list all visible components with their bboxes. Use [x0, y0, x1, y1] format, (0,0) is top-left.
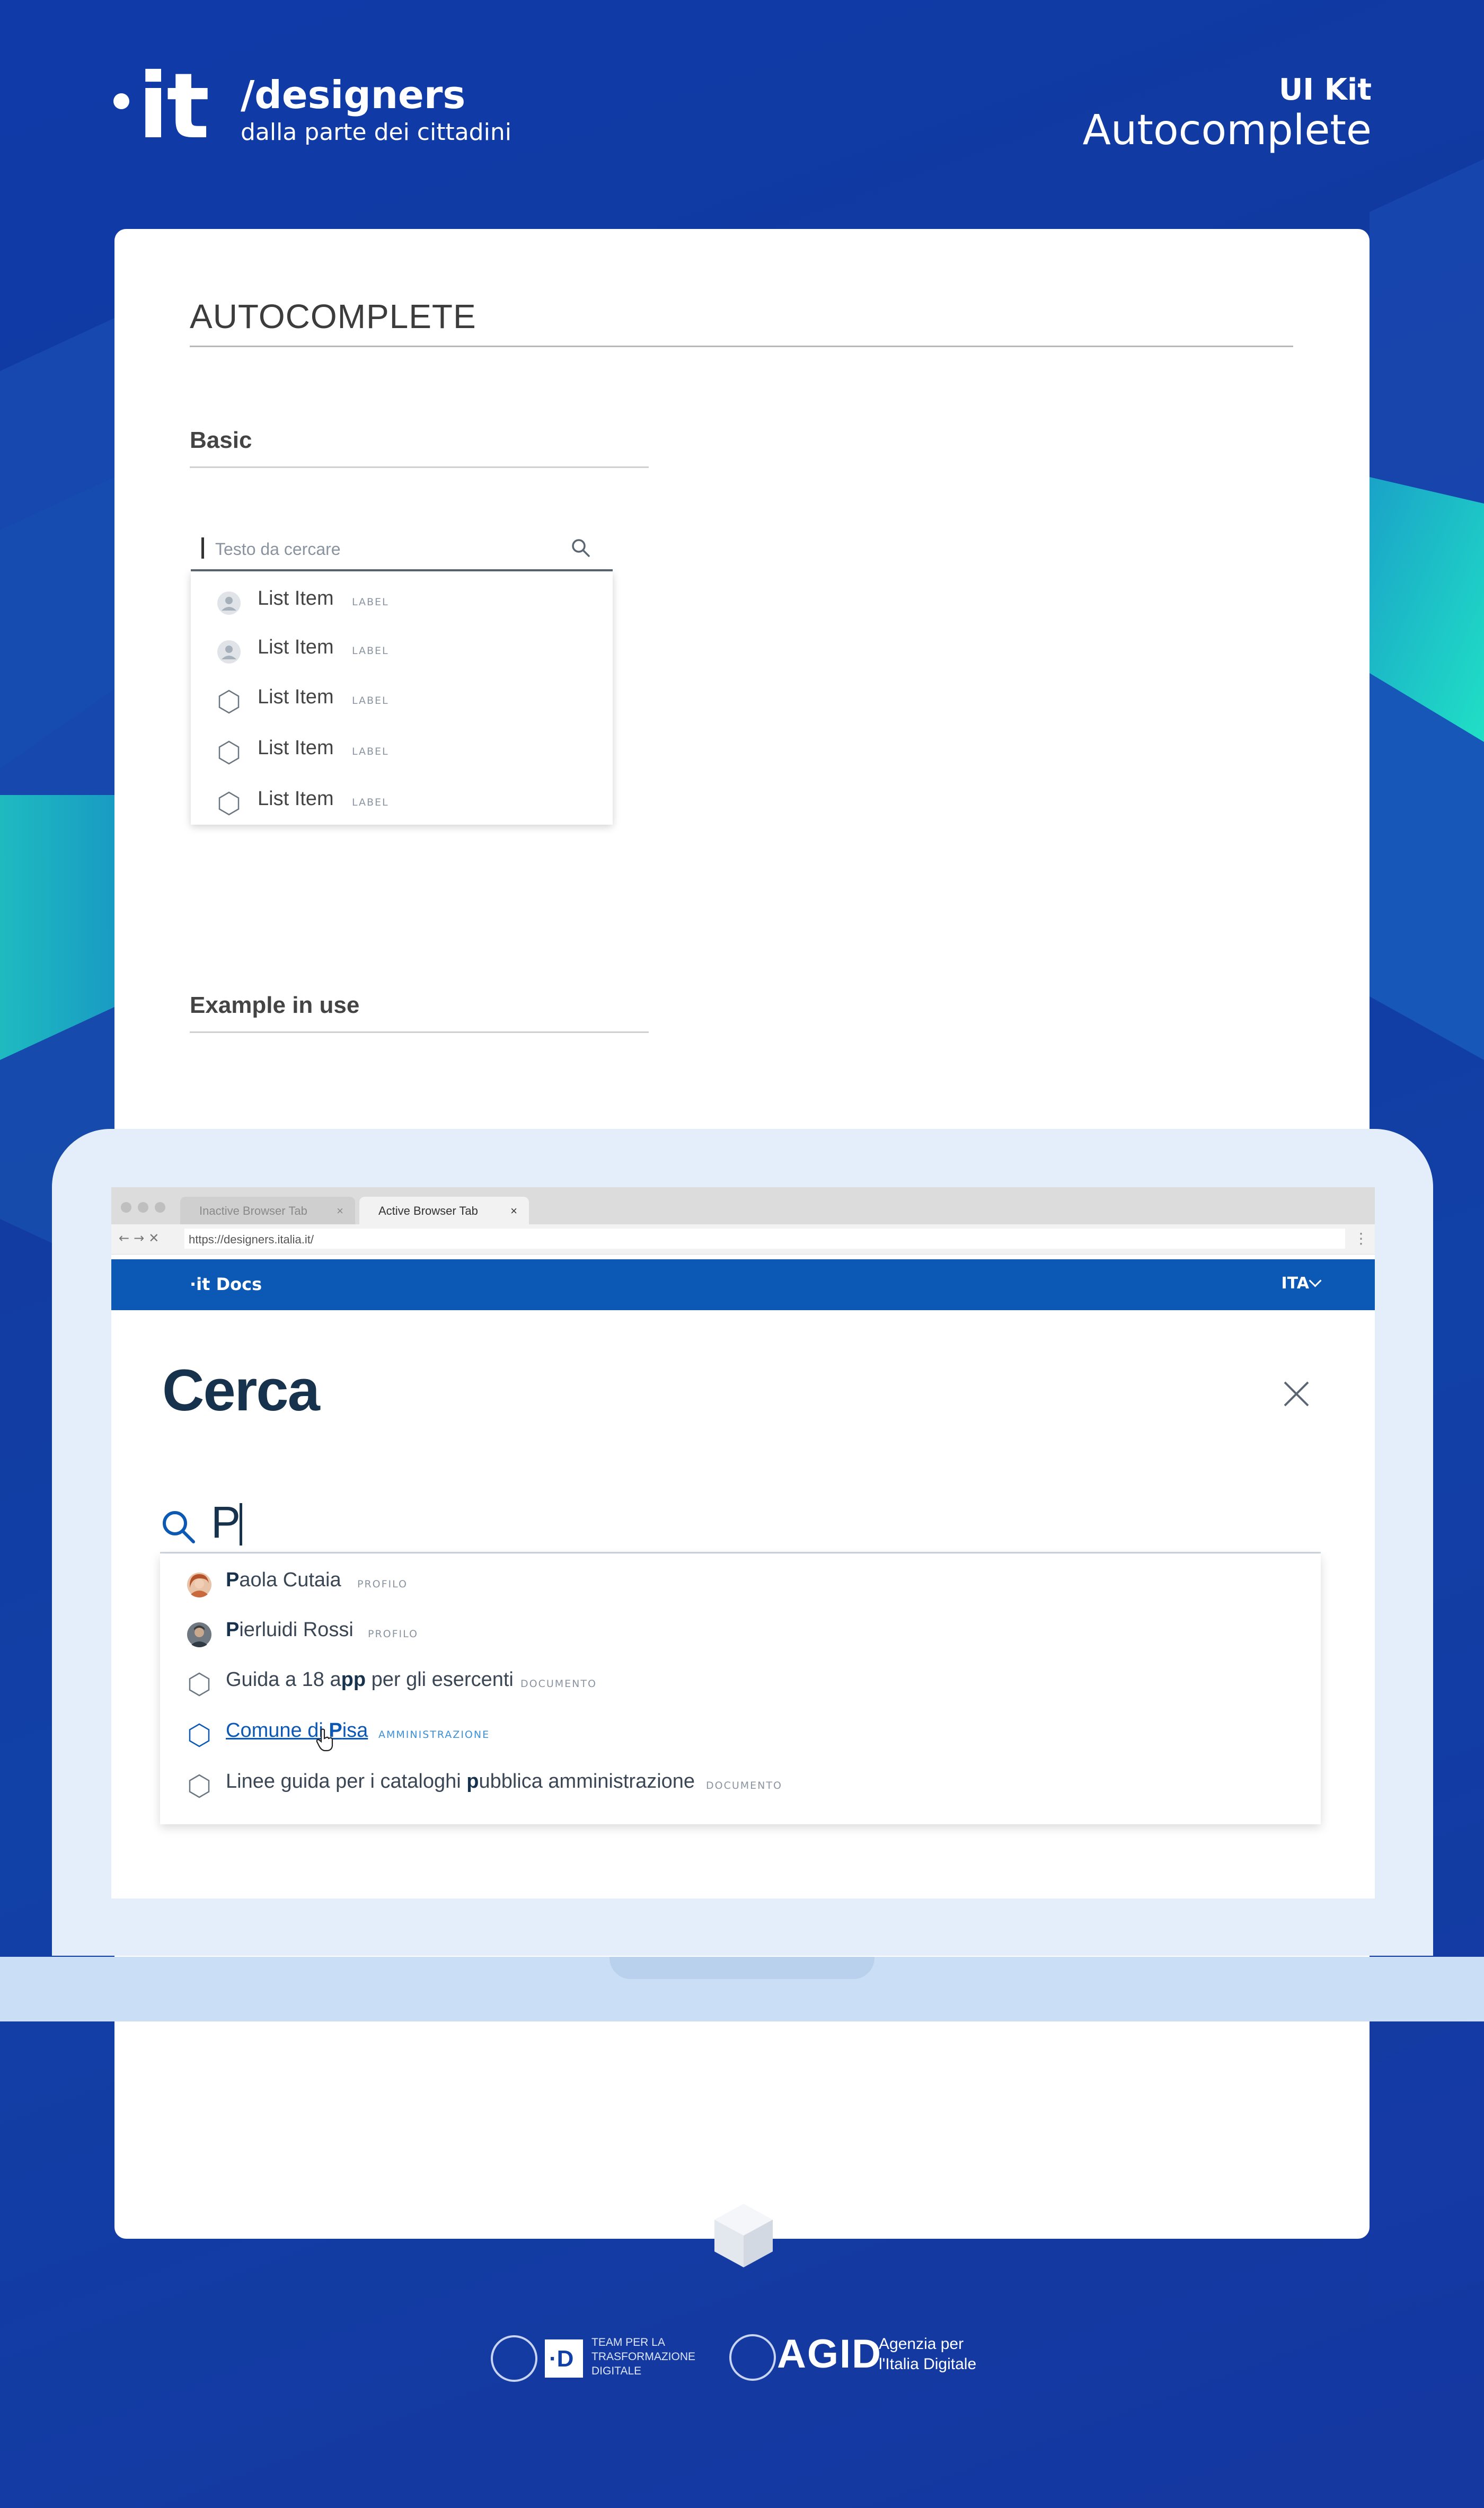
window-maximize-dot[interactable] — [155, 1202, 165, 1213]
laptop-notch — [610, 1957, 874, 1979]
result-tag: AMMINISTRAZIONE — [378, 1729, 490, 1741]
cube-icon — [714, 2204, 773, 2267]
search-field[interactable]: P — [160, 1497, 1321, 1553]
window-minimize-dot[interactable] — [138, 1202, 148, 1213]
basic-autocomplete-list: List Item LABEL List Item LABEL List Ite… — [191, 571, 613, 825]
text-caret — [201, 537, 204, 559]
tab-active[interactable]: Active Browser Tab × — [359, 1197, 529, 1224]
logo-text: it — [138, 54, 210, 159]
result-item-highlighted[interactable]: Comune di Pisa AMMINISTRAZIONE — [160, 1708, 1321, 1759]
example-title: Example in use — [190, 992, 360, 1018]
result-label: Pierluidi Rossi — [226, 1619, 354, 1641]
kit-title: Autocomplete — [1082, 107, 1372, 154]
result-label: Guida a 18 app per gli esercenti — [226, 1668, 514, 1691]
result-tag: DOCUMENTO — [706, 1780, 782, 1791]
team-digitale-text: TEAM PER LA TRASFORMAZIONE DIGITALE — [591, 2336, 696, 2377]
text-caret — [240, 1503, 242, 1546]
list-item-label: List Item — [258, 636, 334, 658]
browser-window: Inactive Browser Tab × Active Browser Ta… — [111, 1187, 1375, 1898]
page-title: Cerca — [162, 1358, 320, 1423]
avatar-photo — [187, 1573, 211, 1597]
republic-emblem-icon — [491, 2335, 537, 2382]
tab-label: Inactive Browser Tab — [199, 1204, 307, 1217]
result-tag: DOCUMENTO — [520, 1678, 597, 1690]
agid-subtitle: Agenzia per l'Italia Digitale — [879, 2334, 976, 2374]
result-label: Comune di Pisa — [226, 1719, 368, 1742]
basic-title: Basic — [190, 427, 252, 453]
agid-emblem-icon — [729, 2334, 776, 2381]
brand-subtitle: dalla parte dei cittadini — [241, 119, 511, 146]
language-selector[interactable]: ITA — [1281, 1274, 1309, 1293]
result-item[interactable]: Paola Cutaia PROFILO — [160, 1557, 1321, 1608]
hand-cursor-icon — [316, 1728, 333, 1752]
search-query: P — [211, 1497, 241, 1547]
tab-close-icon[interactable]: × — [337, 1204, 343, 1218]
hexagon-icon — [189, 1672, 210, 1697]
section-divider — [190, 346, 1293, 347]
list-item[interactable]: List Item LABEL — [191, 727, 613, 775]
brand-title: /designers — [241, 73, 466, 117]
search-icon[interactable] — [160, 1508, 197, 1546]
result-tag: PROFILO — [368, 1628, 419, 1640]
list-item-tag: LABEL — [352, 645, 389, 657]
address-bar: ←→✕ https://designers.italia.it/ ⋮ — [111, 1224, 1375, 1255]
avatar-photo — [187, 1622, 211, 1647]
search-placeholder: Testo da cercare — [215, 540, 341, 559]
list-item[interactable]: List Item LABEL — [191, 778, 613, 826]
browser-tab-bar: Inactive Browser Tab × Active Browser Ta… — [111, 1187, 1375, 1224]
kit-label: UI Kit — [1278, 73, 1372, 107]
tab-close-icon[interactable]: × — [510, 1204, 517, 1218]
result-tag: PROFILO — [357, 1578, 408, 1590]
avatar-placeholder-icon — [217, 640, 241, 664]
result-item[interactable]: Linee guida per i cataloghi pubblica amm… — [160, 1759, 1321, 1809]
result-label: Linee guida per i cataloghi pubblica amm… — [226, 1770, 695, 1792]
url-text: https://designers.italia.it/ — [189, 1233, 314, 1246]
list-item-label: List Item — [258, 788, 334, 810]
logo-dot — [113, 93, 129, 109]
list-item-tag: LABEL — [352, 596, 389, 608]
avatar-placeholder-icon — [217, 591, 241, 615]
hexagon-icon — [218, 740, 240, 765]
team-digitale-letter: ·D — [549, 2346, 574, 2372]
url-field[interactable]: https://designers.italia.it/ — [184, 1229, 1345, 1249]
autocomplete-results: Paola Cutaia PROFILO Pierluidi Rossi PRO… — [160, 1554, 1321, 1824]
hexagon-icon — [218, 791, 240, 816]
list-item[interactable]: List Item LABEL — [191, 578, 613, 625]
basic-search-input[interactable]: Testo da cercare — [191, 534, 613, 571]
hexagon-icon — [218, 690, 240, 714]
list-item-tag: LABEL — [352, 797, 389, 808]
result-item[interactable]: Pierluidi Rossi PROFILO — [160, 1607, 1321, 1658]
tab-inactive[interactable]: Inactive Browser Tab × — [180, 1197, 355, 1224]
example-divider — [190, 1031, 649, 1033]
team-digitale-logo: ·D — [545, 2339, 583, 2378]
browser-nav-icons[interactable]: ←→✕ — [119, 1231, 163, 1246]
list-item-label: List Item — [258, 587, 334, 610]
agid-subtitle-line-1: Agenzia per — [879, 2335, 964, 2353]
list-item[interactable]: List Item LABEL — [191, 676, 613, 724]
result-label: Paola Cutaia — [226, 1569, 341, 1591]
list-item-label: List Item — [258, 737, 334, 759]
list-item-tag: LABEL — [352, 695, 389, 707]
site-logo[interactable]: ·it Docs — [190, 1274, 262, 1294]
list-item-tag: LABEL — [352, 746, 389, 757]
list-item-label: List Item — [258, 686, 334, 708]
hexagon-icon — [189, 1723, 210, 1747]
browser-menu-icon[interactable]: ⋮ — [1354, 1230, 1368, 1247]
hexagon-icon — [189, 1774, 210, 1798]
agid-subtitle-line-2: l'Italia Digitale — [879, 2355, 977, 2373]
agid-logo: AGID — [777, 2332, 882, 2377]
search-icon[interactable] — [570, 537, 591, 559]
basic-divider — [190, 466, 649, 468]
site-header: ·it Docs ITA — [111, 1259, 1375, 1310]
tab-label: Active Browser Tab — [378, 1204, 478, 1217]
window-close-dot[interactable] — [121, 1202, 131, 1213]
section-title: AUTOCOMPLETE — [190, 297, 476, 335]
close-icon[interactable] — [1280, 1378, 1312, 1410]
chevron-down-icon[interactable] — [1309, 1274, 1322, 1287]
list-item[interactable]: List Item LABEL — [191, 626, 613, 674]
result-item[interactable]: Guida a 18 app per gli esercenti DOCUMEN… — [160, 1657, 1321, 1708]
